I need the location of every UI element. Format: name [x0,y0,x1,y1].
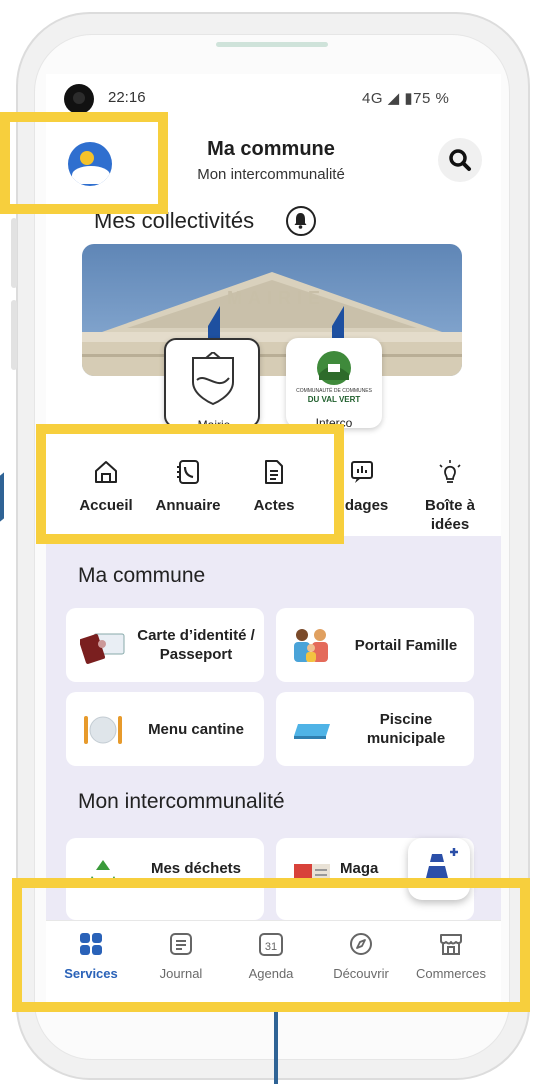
lightbulb-icon [439,460,461,483]
tab-label: Actes [253,497,295,514]
tile-piscine[interactable]: Piscine municipale [276,692,474,766]
tab-label: Boîte à idées [424,497,475,533]
search-button[interactable] [438,138,482,182]
status-time: 22:16 [108,89,146,106]
logo-name: DU VAL VERT [307,395,361,404]
status-indicators: 4G ◢ ▮75 % [362,90,450,107]
tile-label: Portail Famille [354,636,458,654]
tab-label: Accueil [79,497,133,514]
search-icon [449,149,471,171]
tab-label: Annuaire [155,497,221,514]
logo-caption: COMMUNAUTÉ DE COMMUNES [296,388,372,394]
tile-label: Carte d’identité / Passeport [137,627,255,663]
notification-button[interactable] [286,206,316,236]
pool-icon [294,724,330,739]
tile-menu-cantine[interactable]: Menu cantine [66,692,264,766]
front-camera [64,84,94,114]
ma-commune-heading: Ma commune [78,564,206,587]
phone-speaker [216,42,328,47]
tab-annuaire-highlighted[interactable]: Annuaire [148,459,228,515]
highlight-box-bottom-nav [12,878,530,1012]
mairie-banner: MAIRIE [82,244,462,376]
home-icon [95,461,117,483]
page-subtitle: Mon intercommunalité [197,166,345,183]
family-icon [294,629,328,662]
plate-icon [84,716,122,744]
phone-side-button [11,300,17,370]
val-vert-logo-icon [317,351,351,385]
tile-carte-identite[interactable]: Carte d’identité / Passeport [66,608,264,682]
highlight-box-logo [0,112,168,214]
page-title: Ma commune [207,138,335,160]
tile-label: Piscine municipale [366,711,446,747]
bell-icon [294,213,307,229]
connector-line [0,472,4,522]
banner-text: MAIRIE [227,288,326,308]
coat-of-arms-icon [192,352,234,406]
id-card-icon [80,633,125,664]
interco-heading: Mon intercommunalité [78,790,285,813]
tab-actes-highlighted[interactable]: Actes [234,459,314,515]
collectivite-card-interco[interactable]: COMMUNAUTÉ DE COMMUNES DU VAL VERT Inter… [286,338,382,430]
connector-line [274,1012,278,1084]
phone-side-button [11,218,17,288]
phonebook-icon [177,460,199,484]
tile-label: Menu cantine [148,720,244,738]
tab-boite-a-idees[interactable]: Boîte à idées [412,459,488,534]
tab-accueil-highlighted[interactable]: Accueil [66,459,146,515]
document-icon [265,460,283,484]
collectivite-card-mairie[interactable]: Mairie [164,338,260,432]
poll-chart-icon [351,461,373,483]
tile-portail-famille[interactable]: Portail Famille [276,608,474,682]
